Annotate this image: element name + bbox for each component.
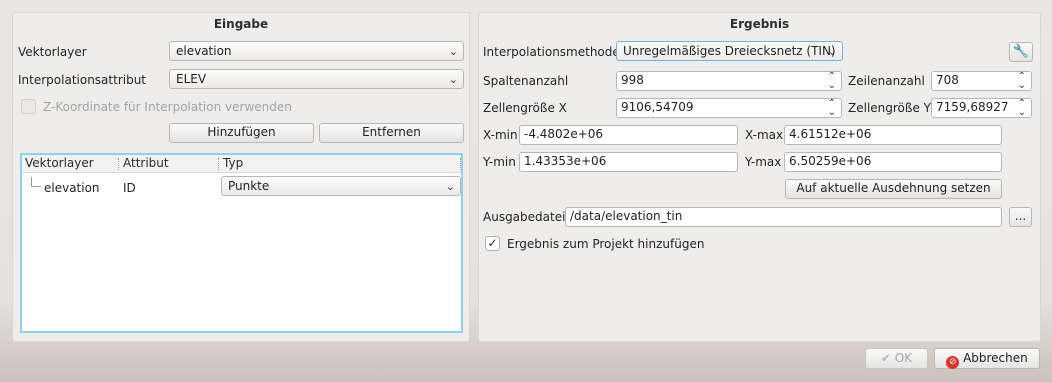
cell-size-x-spinbox[interactable]: 9106,54709 ⌃ ⌄ (616, 98, 842, 118)
spin-arrows-icon[interactable]: ⌃ ⌄ (828, 72, 836, 91)
layer-table: Vektorlayer Attribut Typ elevation ID Pu… (20, 153, 463, 333)
add-button[interactable]: Hinzufügen (169, 123, 314, 143)
xmax-label: X-max (745, 128, 784, 142)
xmin-field[interactable]: -4.4802e+06 (519, 125, 738, 145)
ymin-field[interactable]: 1.43353e+06 (519, 152, 738, 172)
column-header-vektorlayer[interactable]: Vektorlayer (25, 156, 94, 170)
result-panel-title: Ergebnis (729, 17, 790, 31)
z-coordinate-checkbox[interactable] (21, 99, 36, 114)
ymax-label: Y-max (745, 155, 782, 169)
rows-value: 708 (936, 73, 959, 87)
ymax-field[interactable]: 6.50259e+06 (784, 152, 1002, 172)
interpolation-settings-button[interactable]: 🔧 (1009, 42, 1033, 62)
z-coordinate-label: Z-Koordinate für Interpolation verwenden (43, 100, 292, 114)
xmin-label: X-min (483, 128, 518, 142)
spin-arrows-icon[interactable]: ⌃ ⌄ (1018, 72, 1026, 91)
columns-label: Spaltenanzahl (483, 74, 569, 88)
tree-branch-line (31, 177, 41, 187)
output-file-field[interactable]: /data/elevation_tin (565, 207, 1002, 227)
add-to-project-label: Ergebnis zum Projekt hinzufügen (507, 237, 705, 251)
interpolation-method-value: Unregelmäßiges Dreiecksnetz (TIN) (623, 44, 836, 58)
chevron-down-icon: ⌄ (448, 45, 458, 58)
vector-layer-combo[interactable]: elevation ⌄ (169, 41, 464, 61)
rows-label: Zeilenanzahl (848, 74, 925, 88)
column-header-attribut[interactable]: Attribut (123, 156, 169, 170)
column-separator (118, 158, 119, 170)
columns-spinbox[interactable]: 998 ⌃ ⌄ (616, 71, 842, 91)
ok-button[interactable]: ✔ OK (865, 348, 928, 369)
column-header-typ[interactable]: Typ (223, 156, 243, 170)
browse-button[interactable]: ... (1009, 207, 1032, 227)
ymin-label: Y-min (483, 155, 516, 169)
input-panel-title: Eingabe (213, 17, 269, 31)
cell-size-y-spinbox[interactable]: 7159,68927 ⌃ ⌄ (931, 98, 1032, 118)
vector-layer-value: elevation (176, 44, 232, 58)
wrench-icon: 🔧 (1012, 44, 1030, 59)
cancel-icon: ⊘ (946, 356, 960, 369)
table-header: Vektorlayer Attribut Typ (22, 155, 461, 173)
interpolation-attribute-combo[interactable]: ELEV ⌄ (169, 69, 464, 89)
cell-size-x-label: Zellengröße X (483, 101, 567, 115)
interpolation-attribute-label: Interpolationsattribut (18, 73, 147, 87)
row-attribute-cell: ID (123, 181, 136, 195)
cell-size-y-label: Zellengröße Y (848, 101, 931, 115)
remove-button[interactable]: Entfernen (319, 123, 464, 143)
column-separator (218, 158, 219, 170)
row-type-combo[interactable]: Punkte ⌄ (221, 176, 461, 196)
interpolation-method-combo[interactable]: Unregelmäßiges Dreiecksnetz (TIN) ⌄ (616, 41, 843, 61)
rows-spinbox[interactable]: 708 ⌃ ⌄ (931, 71, 1032, 91)
add-to-project-checkbox[interactable]: ✓ (485, 236, 500, 251)
columns-value: 998 (621, 73, 644, 87)
cell-size-x-value: 9106,54709 (621, 100, 694, 114)
xmax-field[interactable]: 4.61512e+06 (784, 125, 1002, 145)
spin-arrows-icon[interactable]: ⌃ ⌄ (828, 99, 836, 118)
set-current-extent-button[interactable]: Auf aktuelle Ausdehnung setzen (785, 179, 1002, 199)
cancel-button-label: Abbrechen (963, 351, 1028, 365)
output-file-label: Ausgabedatei (483, 210, 566, 224)
cancel-button[interactable]: ⊘ Abbrechen (934, 348, 1040, 369)
column-separator (460, 158, 461, 170)
interpolation-attribute-value: ELEV (176, 72, 207, 86)
table-row[interactable]: elevation ID Punkte ⌄ (22, 175, 461, 199)
cell-size-y-value: 7159,68927 (936, 100, 1009, 114)
chevron-down-icon: ⌄ (445, 180, 455, 193)
spin-arrows-icon[interactable]: ⌃ ⌄ (1018, 99, 1026, 118)
chevron-down-icon: ⌄ (448, 73, 458, 86)
vector-layer-label: Vektorlayer (18, 45, 87, 59)
ok-button-label: OK (894, 351, 913, 365)
result-panel: Ergebnis (478, 12, 1041, 342)
chevron-down-icon: ⌄ (827, 45, 837, 58)
row-layer-cell: elevation (44, 181, 100, 195)
interpolation-method-label: Interpolationsmethode (483, 45, 620, 59)
row-type-value: Punkte (228, 179, 270, 193)
check-icon: ✔ (880, 351, 891, 365)
